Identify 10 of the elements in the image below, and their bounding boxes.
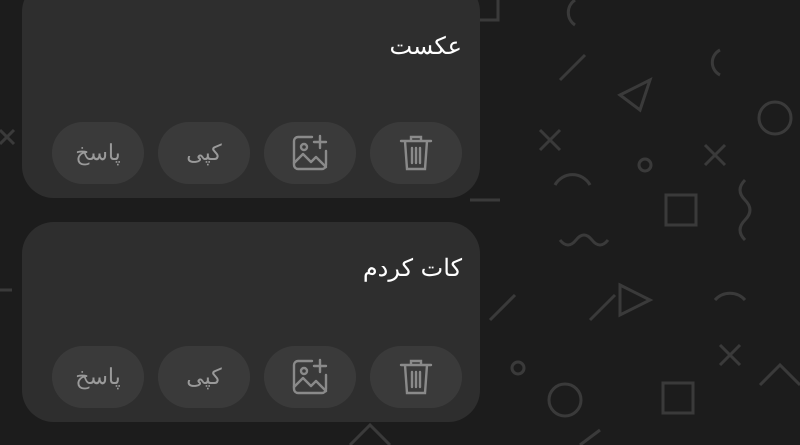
- add-image-icon: [290, 357, 330, 397]
- trash-icon: [398, 133, 434, 173]
- add-image-icon: [290, 133, 330, 173]
- action-button[interactable]: کپی: [158, 346, 250, 408]
- message-text: کات کردم: [362, 253, 462, 284]
- action-button[interactable]: کپی: [158, 122, 250, 184]
- action-button[interactable]: پاسخ: [52, 346, 144, 408]
- message-text: عکست: [389, 31, 462, 62]
- trash-icon: [398, 357, 434, 397]
- action-button[interactable]: پاسخ: [52, 122, 144, 184]
